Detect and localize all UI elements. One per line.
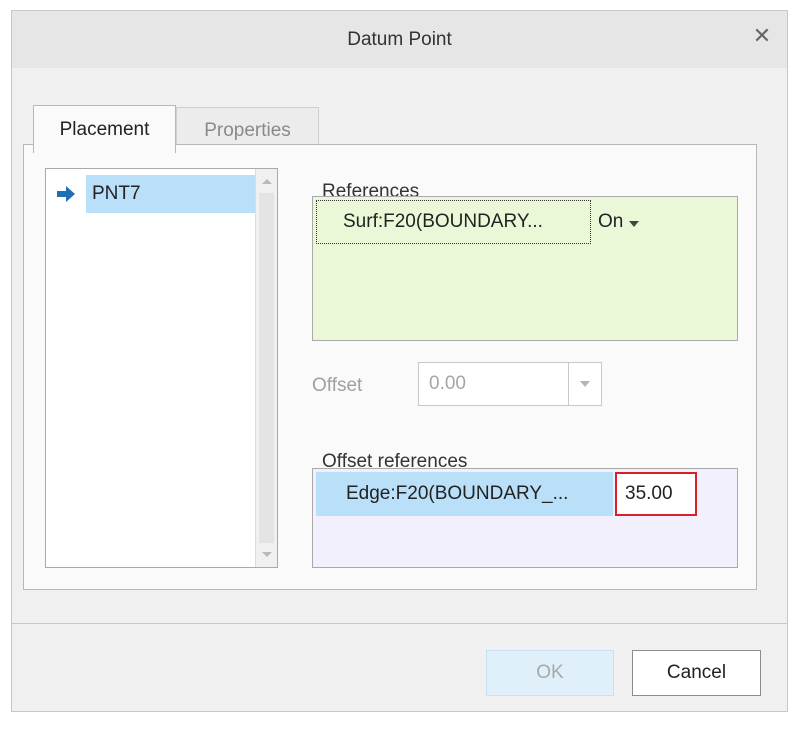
list-item-pnt7[interactable]: PNT7 xyxy=(46,175,256,213)
offset-references-collector[interactable]: Edge:F20(BOUNDARY_... 35.00 xyxy=(312,468,738,568)
ok-button[interactable]: OK xyxy=(486,650,614,696)
arrow-right-icon xyxy=(46,185,86,203)
datum-point-list[interactable]: PNT7 xyxy=(45,168,278,568)
offset-label: Offset xyxy=(312,375,363,396)
footer-divider xyxy=(12,623,788,624)
scroll-thumb[interactable] xyxy=(259,193,274,543)
title-bar[interactable]: Datum Point ✕ xyxy=(12,11,787,68)
scroll-up-icon[interactable] xyxy=(256,171,277,191)
vertical-scrollbar[interactable] xyxy=(255,169,277,567)
offset-reference-value-field[interactable]: 35.00 xyxy=(615,472,697,516)
scroll-down-icon[interactable] xyxy=(256,545,277,565)
cancel-button[interactable]: Cancel xyxy=(632,650,761,696)
dialog-title: Datum Point xyxy=(347,29,452,50)
offset-field[interactable]: 0.00 xyxy=(418,362,602,406)
constraint-type-dropdown[interactable]: On xyxy=(598,200,640,244)
references-collector[interactable]: Surf:F20(BOUNDARY... On xyxy=(312,196,738,341)
chevron-down-icon[interactable] xyxy=(568,363,601,405)
chevron-down-icon xyxy=(629,211,640,233)
tab-label: Properties xyxy=(204,119,291,141)
list-item-label: PNT7 xyxy=(86,175,256,213)
offset-value: 0.00 xyxy=(429,373,466,394)
tab-label: Placement xyxy=(59,118,150,140)
tab-placement[interactable]: Placement xyxy=(33,105,176,153)
constraint-type-value: On xyxy=(598,211,624,232)
offset-reference-item[interactable]: Edge:F20(BOUNDARY_... xyxy=(316,472,613,516)
reference-item[interactable]: Surf:F20(BOUNDARY... xyxy=(316,200,591,244)
close-icon[interactable]: ✕ xyxy=(751,25,773,47)
